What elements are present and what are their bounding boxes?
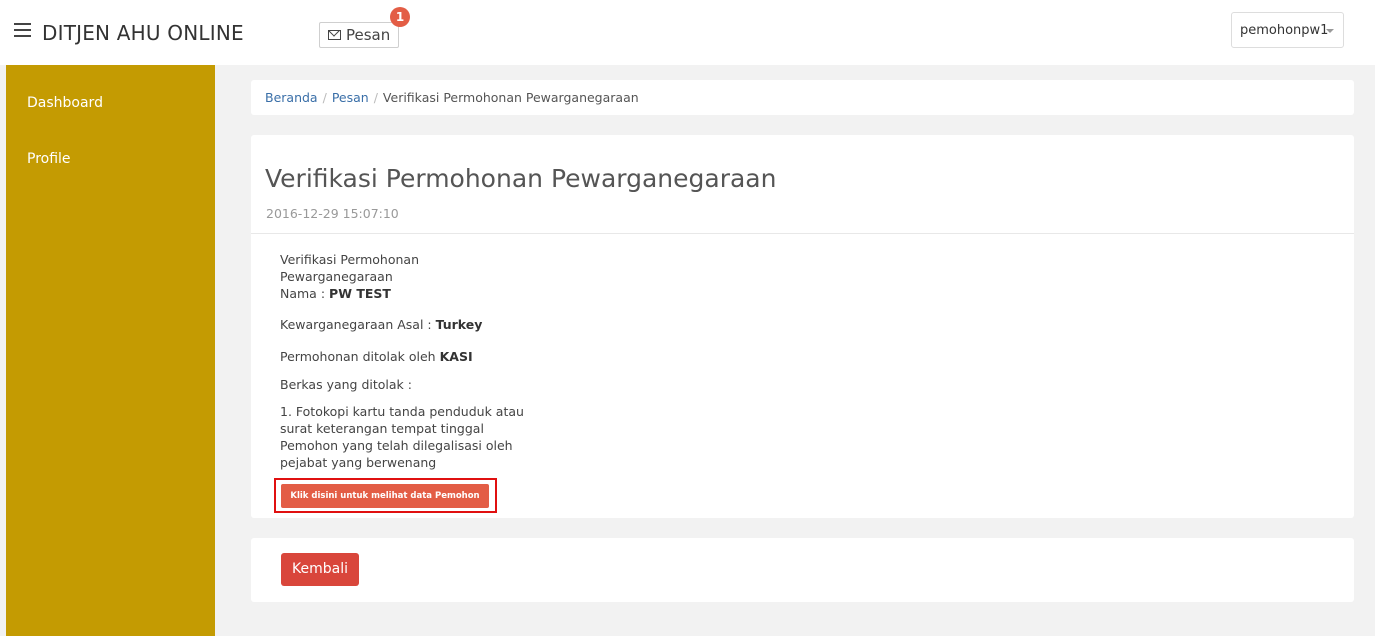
breadcrumb-separator: / <box>373 90 378 105</box>
view-pemohon-button[interactable]: Klik disini untuk melihat data Pemohon <box>281 484 489 508</box>
berkas-line: Pemohon yang telah dilegalisasi oleh <box>280 438 513 453</box>
notification-badge: 1 <box>390 7 410 27</box>
berkas-list: 1. Fotokopi kartu tanda penduduk atau su… <box>280 403 580 471</box>
sidebar: Dashboard Profile <box>6 65 215 636</box>
page-title: Verifikasi Permohonan Pewarganegaraan <box>265 164 777 193</box>
ditolak-label: Permohonan ditolak oleh <box>280 349 436 364</box>
berkas-label: Berkas yang ditolak : <box>280 377 412 392</box>
hamburger-menu-icon[interactable] <box>14 23 31 43</box>
nama-label: Nama : <box>280 286 326 301</box>
sidebar-item-dashboard[interactable]: Dashboard <box>27 95 103 111</box>
breadcrumb-separator: / <box>322 90 327 105</box>
nama-row: Nama : PW TEST <box>280 285 580 302</box>
pesan-label: Pesan <box>346 26 391 44</box>
sidebar-item-profile[interactable]: Profile <box>27 151 71 167</box>
top-navbar: DITJEN AHU ONLINE Pesan 1 pemohonpw1 <box>0 0 1375 65</box>
breadcrumb: Beranda / Pesan / Verifikasi Permohonan Pewa… <box>251 80 1354 115</box>
breadcrumb-pesan[interactable]: Pesan <box>332 90 369 105</box>
berkas-line: 1. Fotokopi kartu tanda penduduk atau <box>280 404 524 419</box>
username: pemohonpw1 <box>1240 23 1329 38</box>
nama-value: PW TEST <box>329 286 391 301</box>
envelope-icon <box>328 30 341 40</box>
berkas-line: pejabat yang berwenang <box>280 455 437 470</box>
user-dropdown[interactable]: pemohonpw1 <box>1231 12 1344 48</box>
heading-line-2: Pewarganegaraan <box>280 269 393 284</box>
back-button[interactable]: Kembali <box>281 553 359 586</box>
app-title[interactable]: DITJEN AHU ONLINE <box>42 21 244 45</box>
message-panel: Verifikasi Permohonan Pewarganegaraan 20… <box>251 135 1354 518</box>
kewarganegaraan-row: Kewarganegaraan Asal : Turkey <box>280 316 580 333</box>
footer-panel: Kembali <box>251 538 1354 602</box>
heading-line-1: Verifikasi Permohonan <box>280 252 419 267</box>
berkas-line: surat keterangan tempat tinggal <box>280 421 484 436</box>
kewarganegaraan-value: Turkey <box>435 317 483 332</box>
breadcrumb-beranda[interactable]: Beranda <box>265 90 318 105</box>
divider <box>251 233 1354 234</box>
breadcrumb-current: Verifikasi Permohonan Pewarganegaraan <box>382 90 639 105</box>
kewarganegaraan-label: Kewarganegaraan Asal : <box>280 317 432 332</box>
chevron-down-icon <box>1326 29 1334 33</box>
message-heading: Verifikasi Permohonan Pewarganegaraan Na… <box>280 251 580 302</box>
pesan-button[interactable]: Pesan <box>319 22 400 48</box>
ditolak-value: KASI <box>439 349 473 364</box>
ditolak-row: Permohonan ditolak oleh KASI <box>280 348 580 365</box>
message-date: 2016-12-29 15:07:10 <box>266 206 399 221</box>
